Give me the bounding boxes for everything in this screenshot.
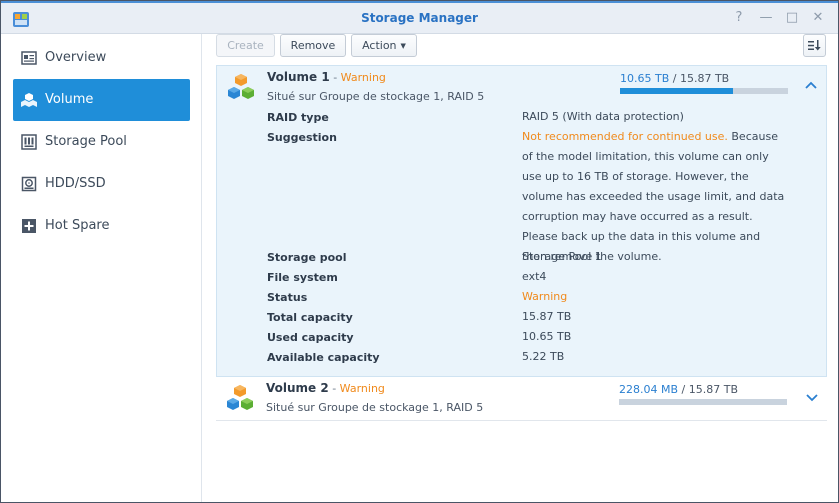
caret-down-icon: ▼ [400,41,406,50]
suggestion-value: Not recommended for continued use. Becau… [522,127,787,267]
total-capacity-value: 15.87 TB [522,310,572,323]
chevron-down-icon[interactable] [805,391,819,405]
sidebar-item-volume[interactable]: Volume [13,79,190,121]
volume-name: Volume 1 [267,70,330,84]
sidebar-item-label: Storage Pool [45,134,127,149]
status-label: Status [267,291,308,304]
sort-icon [808,40,821,51]
hdd-icon [21,176,37,192]
action-button-label: Action [362,39,397,52]
capacity-total: 15.87 TB [679,72,730,85]
help-button[interactable]: ? [731,10,747,26]
total-capacity-label: Total capacity [267,311,353,324]
sort-button[interactable] [803,34,826,57]
title-separator: - [328,382,340,395]
storage-manager-window: Storage Manager ? — □ ✕ Overview Volume [0,0,839,503]
maximize-button[interactable]: □ [784,10,800,26]
window-title: Storage Manager [361,11,478,25]
sidebar-item-label: Volume [45,92,94,107]
used-capacity-value: 10.65 TB [522,330,572,343]
capacity-total: 15.87 TB [688,383,738,396]
toolbar: Create Remove Action ▼ [216,34,836,62]
suggestion-label: Suggestion [267,131,337,144]
capacity-bar [619,399,787,405]
storage-pool-label: Storage pool [267,251,347,264]
storage-pool-value: Storage Pool 1 [522,250,602,263]
suggestion-warning: Not recommended for continued use. [522,130,728,143]
volume-panel-1[interactable]: Volume 1 - Warning Situé sur Groupe de s… [216,65,827,377]
raid-type-value: RAID 5 (With data protection) [522,110,684,123]
sidebar-item-label: HDD/SSD [45,176,106,191]
sidebar-item-label: Overview [45,50,107,65]
capacity-text: 10.65 TB / 15.87 TB [620,72,729,85]
used-capacity-label: Used capacity [267,331,354,344]
raid-type-label: RAID type [267,111,329,124]
volume-title: Volume 1 - Warning [267,70,386,84]
volume-location: Situé sur Groupe de stockage 1, RAID 5 [266,401,484,414]
capacity-bar [620,88,788,94]
file-system-label: File system [267,271,338,284]
remove-button[interactable]: Remove [280,34,346,57]
create-button[interactable]: Create [216,34,275,57]
volume-panel-2[interactable]: Volume 2 - Warning Situé sur Groupe de s… [216,377,827,421]
volume-status: Warning [339,382,385,395]
suggestion-text: Because of the model limitation, this vo… [522,130,785,263]
volume-location: Situé sur Groupe de stockage 1, RAID 5 [267,90,485,103]
sidebar: Overview Volume Storage Pool HDD/SSD Hot… [1,34,202,502]
chevron-up-icon[interactable] [804,78,818,92]
storage-pool-icon [21,134,37,150]
overview-icon [21,51,37,65]
volume-name: Volume 2 [266,381,329,395]
capacity-separator: / [678,383,689,396]
volume-status: Warning [340,71,386,84]
capacity-used: 10.65 TB [620,72,670,85]
available-capacity-label: Available capacity [267,351,380,364]
volume-icon [21,93,37,107]
hot-spare-icon [22,219,36,233]
sidebar-item-label: Hot Spare [45,218,110,233]
status-value: Warning [522,290,568,303]
sidebar-item-hot-spare[interactable]: Hot Spare [13,205,190,247]
file-system-value: ext4 [522,270,547,283]
close-button[interactable]: ✕ [810,10,826,26]
capacity-text: 228.04 MB / 15.87 TB [619,383,738,396]
sidebar-item-storage-pool[interactable]: Storage Pool [13,121,190,163]
minimize-button[interactable]: — [758,10,774,26]
action-button[interactable]: Action ▼ [351,34,417,57]
sidebar-item-hdd-ssd[interactable]: HDD/SSD [13,163,190,205]
title-bar[interactable]: Storage Manager ? — □ ✕ [1,1,838,34]
volume-icon [228,74,254,99]
volume-title: Volume 2 - Warning [266,381,385,395]
capacity-used: 228.04 MB [619,383,679,396]
volume-icon [227,385,253,410]
title-separator: - [329,71,341,84]
capacity-separator: / [669,72,680,85]
available-capacity-value: 5.22 TB [522,350,565,363]
sidebar-item-overview[interactable]: Overview [13,37,190,79]
capacity-bar-fill [620,88,733,94]
